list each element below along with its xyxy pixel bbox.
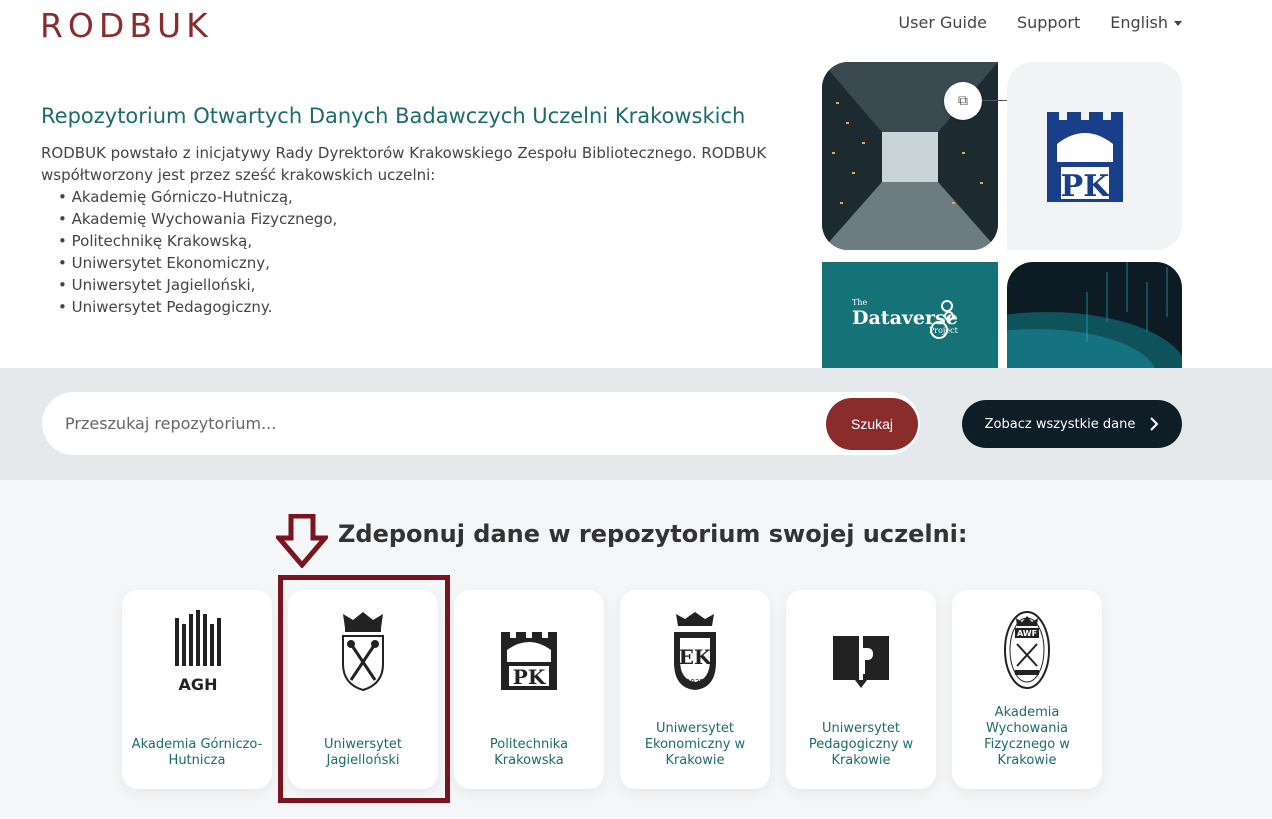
university-name: Akademia Wychowania Fizycznego w Krakowi… (984, 705, 1070, 768)
pk-logo-icon: PK (1047, 112, 1123, 204)
university-card-agh[interactable]: AGH Akademia Górniczo-Hutnicza (122, 590, 272, 789)
uek-year: 1925 (686, 678, 704, 686)
nav-user-guide[interactable]: User Guide (898, 13, 987, 32)
up-book-icon (833, 636, 889, 688)
rodbuk-logo[interactable]: RODBUK (40, 6, 213, 45)
highlight-box (278, 575, 450, 803)
nav-support[interactable]: Support (1017, 13, 1080, 32)
dataverse-logo: The Dataverse Project (852, 298, 958, 335)
caret-down-icon (1174, 21, 1182, 26)
university-name: Uniwersytet Ekonomiczny w Krakowie (644, 721, 746, 768)
university-card-up[interactable]: Uniwersytet Pedagogiczny w Krakowie (786, 590, 936, 789)
network-globe-illustration (1007, 262, 1182, 368)
search-input[interactable] (65, 408, 805, 438)
university-name: Politechnika Krakowska (489, 737, 569, 768)
view-all-label: Zobacz wszystkie dane (984, 416, 1136, 432)
university-list: Akademię Górniczo-Hutniczą, Akademię Wyc… (58, 186, 801, 318)
university-card-awf[interactable]: AWF Akademia Wychowania Fizycznego w Kra… (952, 590, 1102, 789)
list-item: Uniwersytet Pedagogiczny. (58, 296, 801, 318)
language-label: English (1110, 13, 1168, 32)
intro-description: RODBUK powstało z inicjatywy Rady Dyrekt… (41, 142, 801, 318)
arrow-down-icon (276, 514, 328, 568)
view-all-data-button[interactable]: Zobacz wszystkie dane (962, 400, 1182, 448)
pk-card-letters: PK (513, 665, 546, 689)
dataverse-the: The (852, 298, 868, 307)
awf-seal-icon: AWF (1004, 611, 1050, 689)
list-item: Akademię Wychowania Fizycznego, (58, 208, 801, 230)
university-card-pk[interactable]: PK Politechnika Krakowska (454, 590, 604, 789)
university-name: Uniwersytet Pedagogiczny w Krakowie (808, 721, 914, 768)
chevron-right-icon (1150, 417, 1159, 431)
top-nav: User Guide Support English (898, 13, 1182, 32)
list-item: Politechnikę Krakowską, (58, 230, 801, 252)
deposit-heading: Zdeponuj dane w repozytorium swojej ucze… (338, 520, 968, 548)
page-title: Repozytorium Otwartych Danych Badawczych… (41, 104, 746, 128)
list-item: Uniwersytet Jagielloński, (58, 274, 801, 296)
agh-logo-letters: AGH (179, 675, 218, 694)
svg-text:EK: EK (679, 645, 712, 669)
university-card-uek[interactable]: EK 1925 Uniwersytet Ekonomiczny w Krakow… (620, 590, 770, 789)
search-button[interactable]: Szukaj (826, 398, 918, 450)
pk-logo-icon: PK (501, 632, 557, 690)
nav-language-dropdown[interactable]: English (1110, 13, 1182, 32)
list-item: Uniwersytet Ekonomiczny, (58, 252, 801, 274)
uek-crest-icon: EK 1925 (674, 612, 716, 690)
agh-logo-icon: AGH (175, 610, 221, 694)
university-name: Akademia Górniczo-Hutnicza (131, 737, 263, 768)
search-container (42, 392, 920, 455)
pk-tile-letters: PK (1061, 169, 1111, 204)
share-icon[interactable]: ⧉ (944, 82, 982, 120)
network-image (1007, 262, 1182, 368)
awf-letters: AWF (1017, 629, 1037, 638)
list-item: Akademię Górniczo-Hutniczą, (58, 186, 801, 208)
intro-text: RODBUK powstało z inicjatywy Rady Dyrekt… (41, 144, 767, 184)
pk-logo-tile: PK (1007, 62, 1182, 250)
